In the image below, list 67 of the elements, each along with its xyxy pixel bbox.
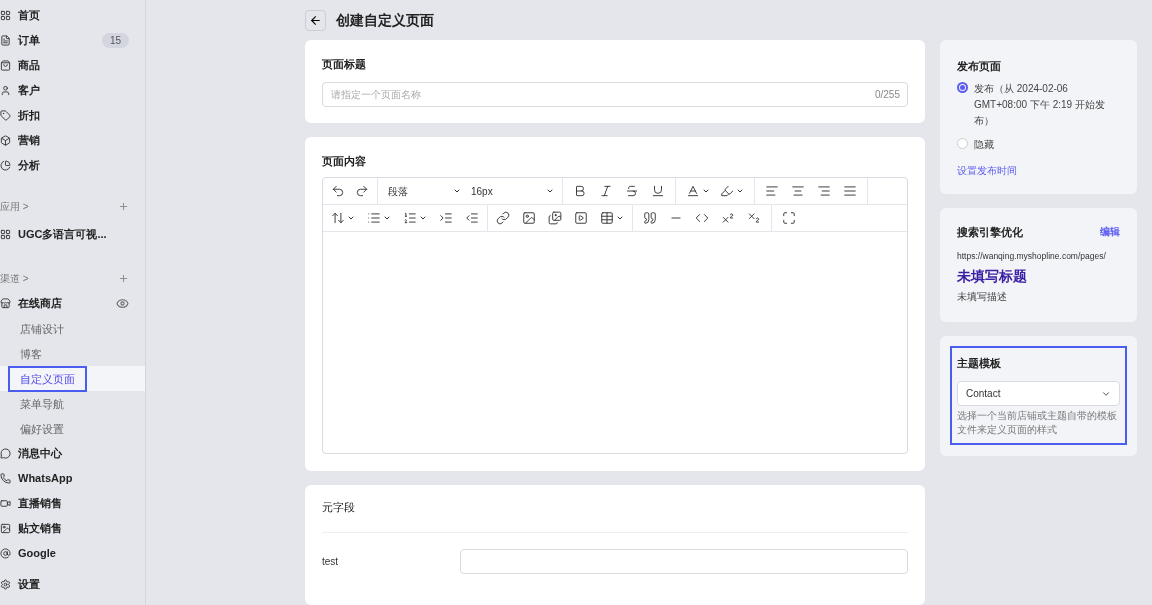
radio-label: 隐藏 [974, 137, 995, 152]
nav-label[interactable]: 消息中心 [18, 445, 62, 462]
schedule-link[interactable]: 设置发布时间 [957, 162, 1120, 178]
seo-preview-description: 未填写描述 [957, 289, 1008, 304]
nav-icon [0, 110, 11, 121]
field-label: 页面内容 [322, 153, 367, 169]
nav-icon [0, 473, 11, 484]
template-dropdown[interactable]: Contact [957, 381, 1120, 407]
nav-icon [0, 85, 11, 96]
card-title: 搜索引擎优化 [957, 224, 1023, 240]
nav-label[interactable]: 客户 [18, 82, 40, 99]
section-title[interactable]: 应用 > [0, 199, 29, 214]
card-title: 元字段 [322, 499, 908, 533]
nav-label[interactable]: 折扣 [18, 107, 40, 124]
radio-label: 发布（从 2024-02-06 GMT+08:00 下午 2:19 开始发布） [974, 81, 1106, 128]
nav-label[interactable]: 订单 [18, 32, 40, 49]
nav-icon [0, 60, 11, 71]
nav-label[interactable]: 首页 [18, 7, 40, 24]
character-counter: 0/255 [874, 87, 900, 102]
add-icon[interactable] [118, 201, 129, 212]
nav-icon [0, 298, 11, 309]
nav-label[interactable]: 在线商店 [18, 295, 62, 312]
eye-icon[interactable] [116, 297, 129, 310]
nav-icon [0, 10, 11, 21]
nav-icon [0, 135, 11, 146]
nav-label[interactable]: 商品 [18, 57, 40, 74]
sub-nav-item[interactable]: 菜单导航 [8, 390, 76, 417]
paragraph-dropdown[interactable]: 段落 [378, 183, 471, 199]
sub-nav-item[interactable]: 偏好设置 [8, 415, 76, 442]
back-button[interactable] [305, 9, 326, 31]
count-badge: 15 [101, 33, 129, 48]
nav-label[interactable]: 分析 [18, 157, 40, 174]
card-title: 发布页面 [957, 59, 1002, 74]
nav-label[interactable]: Google [18, 545, 56, 562]
seo-url: https://wanqing.myshopline.com/pages/ [957, 250, 1107, 263]
nav-icon [0, 448, 11, 459]
card-title: 主题模板 [957, 355, 1002, 371]
sub-nav-item[interactable]: 博客 [8, 340, 54, 367]
caret-icon [546, 187, 554, 195]
font-size-dropdown[interactable]: 16px [471, 178, 563, 204]
nav-label[interactable]: WhatsApp [18, 470, 73, 487]
nav-label[interactable]: 贴文销售 [18, 520, 62, 537]
help-text: 选择一个当前店铺或主题自带的模板文件来定义页面的样式 [957, 409, 1118, 438]
nav-label[interactable]: UGC多语言可视... [18, 226, 107, 243]
nav-icon [0, 523, 11, 534]
add-icon[interactable] [118, 273, 129, 284]
section-title[interactable]: 渠道 > [0, 271, 29, 286]
field-label: test [322, 554, 340, 569]
edit-link[interactable]: 编辑 [1100, 224, 1120, 240]
nav-label[interactable]: 营销 [18, 132, 40, 149]
seo-preview-title: 未填写标题 [957, 266, 1028, 286]
page-heading: 创建自定义页面 [336, 10, 434, 30]
back-arrow-icon [309, 13, 322, 27]
sub-nav-item[interactable]: 自定义页面 [8, 365, 87, 392]
field-label: 页面标题 [322, 57, 367, 72]
sub-nav-item[interactable]: 店铺设计 [8, 315, 76, 342]
settings-icon [0, 579, 11, 590]
nav-icon [0, 548, 11, 559]
nav-label[interactable]: 设置 [18, 576, 40, 593]
nav-icon [0, 498, 11, 509]
metafield-input[interactable] [460, 548, 908, 574]
nav-label[interactable]: 直播销售 [18, 495, 62, 512]
caret-icon [453, 187, 461, 195]
app-icon [0, 229, 11, 240]
radio-button[interactable] [957, 81, 968, 93]
nav-icon [0, 160, 11, 171]
nav-icon [0, 35, 11, 46]
